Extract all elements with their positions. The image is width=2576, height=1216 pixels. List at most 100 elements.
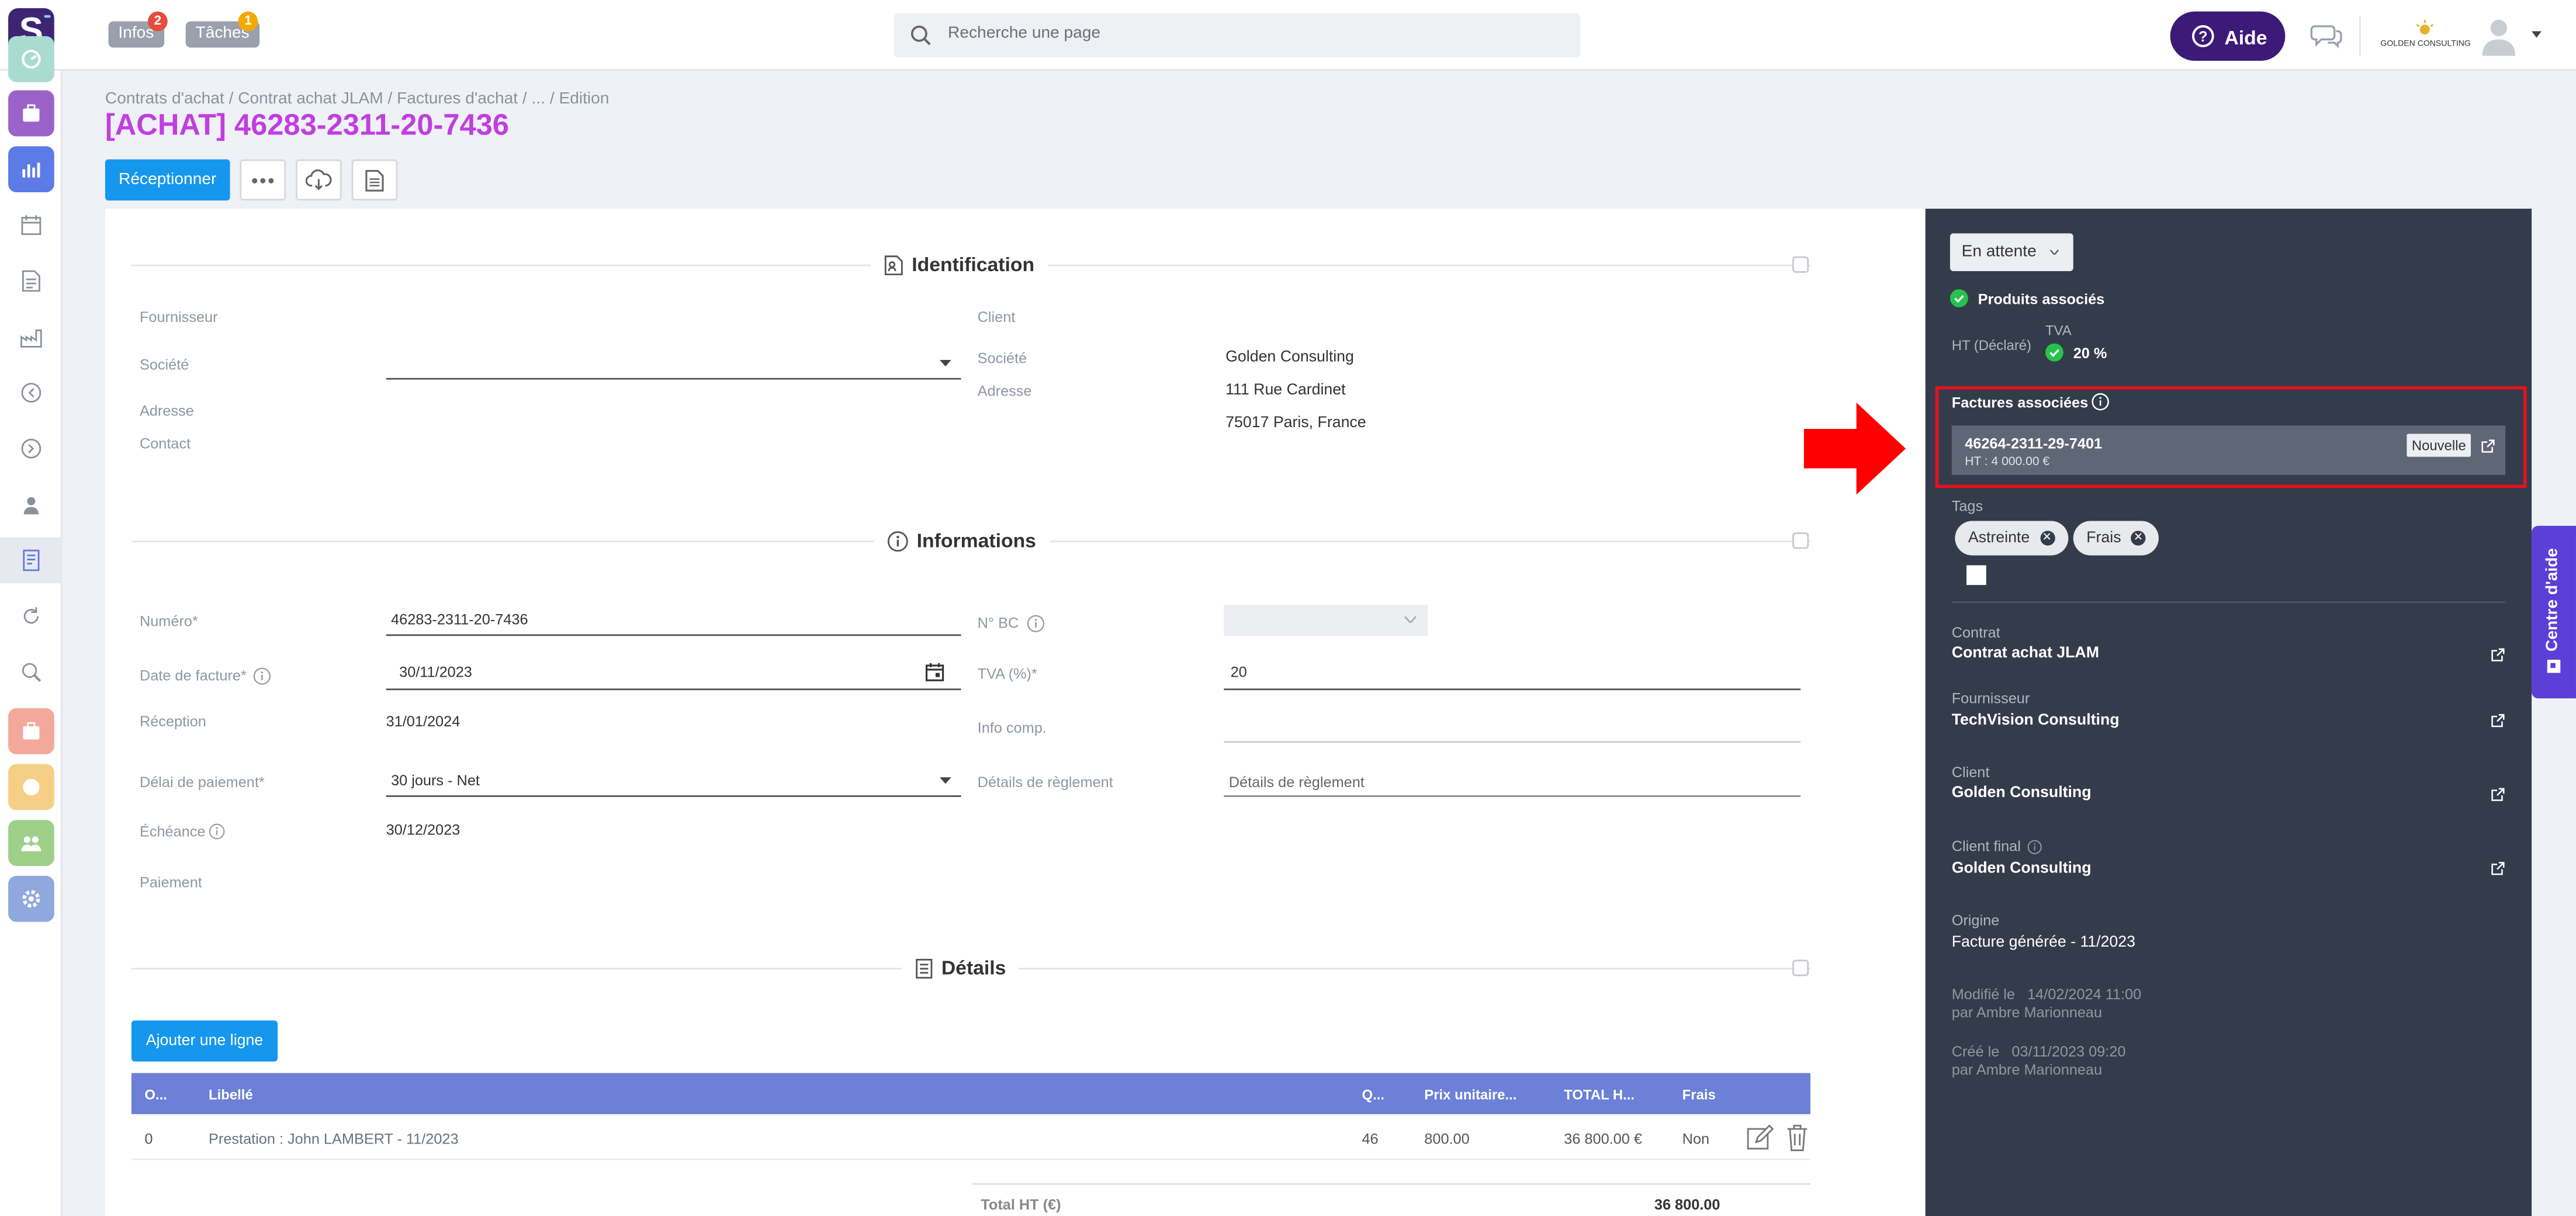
tva-underline: [1224, 688, 1801, 691]
breadcrumb-item[interactable]: Contrat achat JLAM: [238, 91, 383, 109]
sidebar-item-briefcase[interactable]: [8, 90, 54, 137]
dropdown-caret-icon: [940, 359, 951, 367]
table-header-col-frais[interactable]: Frais: [1682, 1086, 1716, 1103]
briefcase-icon: [23, 104, 40, 122]
briefcase-icon: [23, 722, 40, 740]
sidebar-item-team[interactable]: [8, 820, 54, 867]
invoice-icon: [23, 549, 40, 571]
collapse-details-button[interactable]: [1792, 959, 1809, 976]
calendar-icon[interactable]: [925, 662, 945, 682]
cycle-icon: [23, 607, 39, 624]
date-facture-input[interactable]: 30/11/2023: [399, 664, 472, 680]
reception-value: 31/01/2024: [386, 713, 461, 730]
collapse-informations-button[interactable]: [1792, 532, 1809, 549]
receptionner-button[interactable]: Réceptionner: [105, 159, 230, 201]
sidebar-item-arrow-in[interactable]: [8, 370, 54, 416]
arrow-in-icon: [21, 383, 41, 403]
delai-select[interactable]: 30 jours - Net: [391, 772, 480, 789]
chat-icon[interactable]: [2310, 22, 2343, 50]
sidebar-item-coin[interactable]: $: [8, 764, 54, 810]
dropdown-caret-icon[interactable]: [940, 777, 951, 784]
infos-label: Infos: [118, 25, 154, 43]
info-icon: [2027, 840, 2042, 854]
tva-panel-value: 20 %: [2073, 345, 2107, 362]
search-placeholder: Recherche une page: [948, 25, 1101, 43]
breadcrumb-item[interactable]: Contrats d'achat: [105, 91, 224, 109]
top-bar: S ••• Infos 2 Tâches 1 Recherche une page…: [0, 0, 2576, 71]
chevron-down-icon: [2050, 250, 2059, 255]
document-icon: [22, 270, 40, 292]
aide-button[interactable]: ? Aide: [2170, 11, 2286, 61]
breadcrumb-item[interactable]: ...: [532, 91, 545, 109]
sidebar-item-bar-chart[interactable]: [8, 146, 54, 193]
sidebar-item-gear[interactable]: [8, 875, 54, 922]
client-panel-value: Golden Consulting: [1951, 784, 2092, 802]
sidebar-item-calendar[interactable]: [8, 202, 54, 248]
search-icon: [910, 25, 931, 46]
table-header-col-quantite[interactable]: Q...: [1362, 1086, 1384, 1103]
add-line-button[interactable]: Ajouter une ligne: [131, 1020, 278, 1062]
modifie-author: par Ambre Marionneau: [1951, 1004, 2103, 1021]
external-link-icon[interactable]: [2491, 787, 2505, 802]
sidebar-item-briefcase[interactable]: [8, 708, 54, 754]
contrat-value: Contrat achat JLAM: [1951, 644, 2099, 663]
tag-label: Frais: [2086, 529, 2121, 548]
status-dropdown[interactable]: En attente: [1950, 233, 2073, 272]
breadcrumb-item[interactable]: Factures d'achat: [397, 91, 518, 109]
avatar[interactable]: [2481, 16, 2517, 56]
chevron-down-icon[interactable]: [2532, 31, 2542, 38]
external-link-icon[interactable]: [2491, 647, 2505, 662]
table-header-col-prix-unitaire[interactable]: Prix unitaire...: [1424, 1086, 1516, 1103]
details-reglement-underline: [1224, 795, 1801, 797]
sidebar-item-cycle[interactable]: [8, 593, 54, 639]
remove-tag-icon[interactable]: ✕: [2131, 531, 2146, 546]
numero-label: Numéro*: [139, 612, 198, 630]
client-panel-label: Client: [1951, 764, 1990, 781]
sidebar-item-search-doc[interactable]: [8, 649, 54, 695]
external-link-icon[interactable]: [2491, 713, 2505, 727]
question-icon: ?: [2191, 25, 2214, 47]
sidebar-item-arrow-out[interactable]: [8, 425, 54, 472]
external-link-icon[interactable]: [2491, 861, 2505, 876]
tva-input[interactable]: 20: [1231, 664, 1247, 680]
more-button[interactable]: [240, 159, 286, 201]
gear-icon: [22, 890, 40, 908]
nbc-label: N° BC: [977, 614, 1019, 631]
status-label: En attente: [1961, 243, 2037, 262]
edit-icon[interactable]: [1746, 1124, 1774, 1152]
download-button[interactable]: [296, 159, 342, 201]
info-icon: [209, 823, 225, 840]
arrow-out-icon: [21, 438, 41, 459]
bar-chart-icon: [22, 162, 40, 178]
search-input[interactable]: Recherche une page: [894, 13, 1581, 58]
trash-icon[interactable]: [1786, 1124, 1809, 1152]
aide-label: Aide: [2224, 26, 2267, 50]
table-header-col-libelle[interactable]: Libellé: [209, 1086, 253, 1103]
sidebar-item-user[interactable]: [8, 481, 54, 528]
facture-associee-number: 46264-2311-29-7401: [1965, 435, 2103, 452]
sidebar-item-factory[interactable]: [8, 314, 54, 360]
info-icon: [2092, 393, 2109, 411]
add-tag-input[interactable]: [1966, 565, 1986, 586]
sidebar-item-dashboard[interactable]: [8, 36, 54, 82]
document-button[interactable]: [351, 159, 398, 201]
societe-select[interactable]: [386, 348, 961, 380]
collapse-identification-button[interactable]: [1792, 256, 1809, 273]
nbc-select[interactable]: [1224, 604, 1428, 636]
svg-text:?: ?: [2198, 29, 2207, 45]
tag-frais: Frais ✕: [2073, 521, 2159, 556]
sidebar-item-invoice[interactable]: [0, 537, 63, 584]
details-reglement-input[interactable]: Détails de règlement: [1229, 774, 1365, 791]
table-header-col-ordre[interactable]: O...: [144, 1086, 167, 1103]
company-logo-text: GOLDEN CONSULTING: [2380, 39, 2471, 50]
infocomp-input[interactable]: [1224, 741, 1801, 743]
numero-input[interactable]: 46283-2311-20-7436: [391, 611, 528, 628]
sidebar-item-document[interactable]: [8, 258, 54, 304]
facture-associee-item[interactable]: 46264-2311-29-7401 HT : 4 000.00 € Nouve…: [1951, 425, 2506, 475]
table-header-col-total-ht[interactable]: TOTAL H...: [1564, 1086, 1635, 1103]
total-divider: [972, 1183, 1810, 1185]
remove-tag-icon[interactable]: ✕: [2040, 531, 2055, 546]
list-document-icon: [916, 958, 933, 978]
external-link-icon[interactable]: [2481, 439, 2495, 453]
centre-aide-tab[interactable]: Centre d'aide: [2532, 525, 2576, 699]
